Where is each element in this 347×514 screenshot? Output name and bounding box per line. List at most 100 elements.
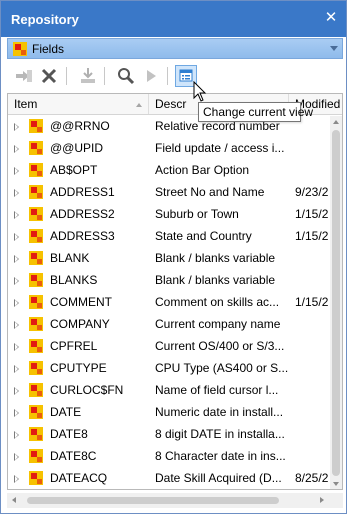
expand-arrow-icon[interactable] [14,145,19,153]
scroll-left-icon[interactable] [12,497,16,503]
expand-arrow-icon[interactable] [14,431,19,439]
expand-arrow-icon[interactable] [14,365,19,373]
table-row[interactable]: COMPANY Current company name [8,314,330,336]
table-row[interactable]: CPFREL Current OS/400 or S/3... [8,336,330,358]
open-item-icon[interactable] [13,65,35,87]
tooltip: Change current view [198,102,313,122]
cell-item: @@UPID [50,141,104,155]
title-bar: Repository ✕ [1,1,346,37]
table-row[interactable]: @@UPID Field update / access i... [8,138,330,160]
cell-description: Blank / blanks variable [155,251,276,265]
table-row[interactable]: ADDRESS1 Street No and Name 9/23/2 [8,182,330,204]
cell-modified: 9/23/2 [295,185,329,199]
table-row[interactable]: AB$OPT Action Bar Option [8,160,330,182]
cell-item: DATE [50,405,82,419]
table-row[interactable]: BLANKS Blank / blanks variable [8,270,330,292]
cell-item: ADDRESS3 [50,229,115,243]
sort-arrow-icon [136,103,142,107]
table-row[interactable]: ADDRESS2 Suburb or Town 1/15/2 [8,204,330,226]
expand-arrow-icon[interactable] [14,387,19,395]
close-icon[interactable]: ✕ [323,10,339,26]
table-row[interactable]: CURLOC$FN Name of field cursor l... [8,380,330,402]
cell-item: CURLOC$FN [50,383,124,397]
expand-arrow-icon[interactable] [14,255,19,263]
expand-arrow-icon[interactable] [14,475,19,483]
field-icon [29,317,43,334]
scroll-down-icon[interactable] [333,482,339,486]
horizontal-scrollbar[interactable] [7,493,329,508]
cell-item: @@RRNO [50,119,110,133]
toolbar-separator [104,67,105,85]
mouse-cursor-icon [193,80,207,106]
cell-item: CPFREL [50,339,98,353]
field-icon [29,207,43,224]
expand-arrow-icon[interactable] [14,321,19,329]
table-row[interactable]: BLANK Blank / blanks variable [8,248,330,270]
table-row[interactable]: DATE8 8 digit DATE in installa... [8,424,330,446]
cell-item: CPUTYPE [50,361,107,375]
field-icon [29,295,43,312]
field-icon [29,251,43,268]
cell-modified: 1/15/2 [295,207,329,221]
cell-item: ADDRESS2 [50,207,115,221]
table-row[interactable]: DATEACQ Date Skill Acquired (D... 8/25/2 [8,468,330,489]
table-row[interactable]: CPUTYPE CPU Type (AS400 or S... [8,358,330,380]
cell-description: 8 digit DATE in installa... [155,427,285,441]
expand-arrow-icon[interactable] [14,233,19,241]
cell-modified: 8/25/2 [295,471,329,485]
expand-arrow-icon[interactable] [14,167,19,175]
expand-arrow-icon[interactable] [14,453,19,461]
import-icon[interactable] [77,65,99,87]
field-icon [29,339,43,356]
field-icon [29,273,43,290]
toolbar-separator [66,67,67,85]
expand-arrow-icon[interactable] [14,409,19,417]
table-row[interactable]: DATE8C 8 Character date in ins... [8,446,330,468]
field-icon [29,361,43,378]
scrollbar-corner [329,493,343,508]
vertical-scrollbar[interactable] [330,116,342,489]
cell-description: Comment on skills ac... [155,295,280,309]
table-row[interactable]: COMMENT Comment on skills ac... 1/15/2 [8,292,330,314]
expand-arrow-icon[interactable] [14,343,19,351]
cell-description: Action Bar Option [155,163,250,177]
expand-arrow-icon[interactable] [14,211,19,219]
play-icon[interactable] [140,65,162,87]
search-icon[interactable] [115,65,137,87]
cell-modified: 1/15/2 [295,229,329,243]
cell-description: Field update / access i... [155,141,285,155]
field-icon [29,119,43,136]
window-title: Repository [11,12,79,27]
object-type-dropdown[interactable]: Fields [7,38,343,59]
cell-item: DATEACQ [50,471,108,485]
vertical-scroll-thumb[interactable] [332,130,340,476]
column-header-item[interactable]: Item [8,94,149,114]
cell-modified: 1/15/2 [295,295,329,309]
expand-arrow-icon[interactable] [14,123,19,131]
cell-description: Numeric date in install... [155,405,284,419]
scroll-right-icon[interactable] [320,497,324,503]
cell-item: DATE8C [50,449,97,463]
object-type-value: Fields [32,42,65,56]
cell-description: 8 Character date in ins... [155,449,286,463]
field-icon [29,383,43,400]
cell-description: Current company name [155,317,281,331]
field-icon [29,229,43,246]
table-row[interactable]: ADDRESS3 State and Country 1/15/2 [8,226,330,248]
expand-arrow-icon[interactable] [14,299,19,307]
horizontal-scroll-thumb[interactable] [27,497,279,504]
expand-arrow-icon[interactable] [14,189,19,197]
table-row[interactable]: DATE Numeric date in install... [8,402,330,424]
items-grid: Item Descr Modified @@RRNO Relative recor… [7,93,343,490]
cell-item: BLANK [50,251,90,265]
cell-description: Street No and Name [155,185,265,199]
cell-description: Name of field cursor l... [155,383,279,397]
field-icon [29,405,43,422]
cell-description: Suburb or Town [155,207,239,221]
delete-icon[interactable] [38,65,60,87]
chevron-down-icon [330,46,338,51]
column-header-description-label: Descr [155,97,187,111]
scroll-up-icon[interactable] [333,120,339,124]
cell-item: AB$OPT [50,163,98,177]
expand-arrow-icon[interactable] [14,277,19,285]
